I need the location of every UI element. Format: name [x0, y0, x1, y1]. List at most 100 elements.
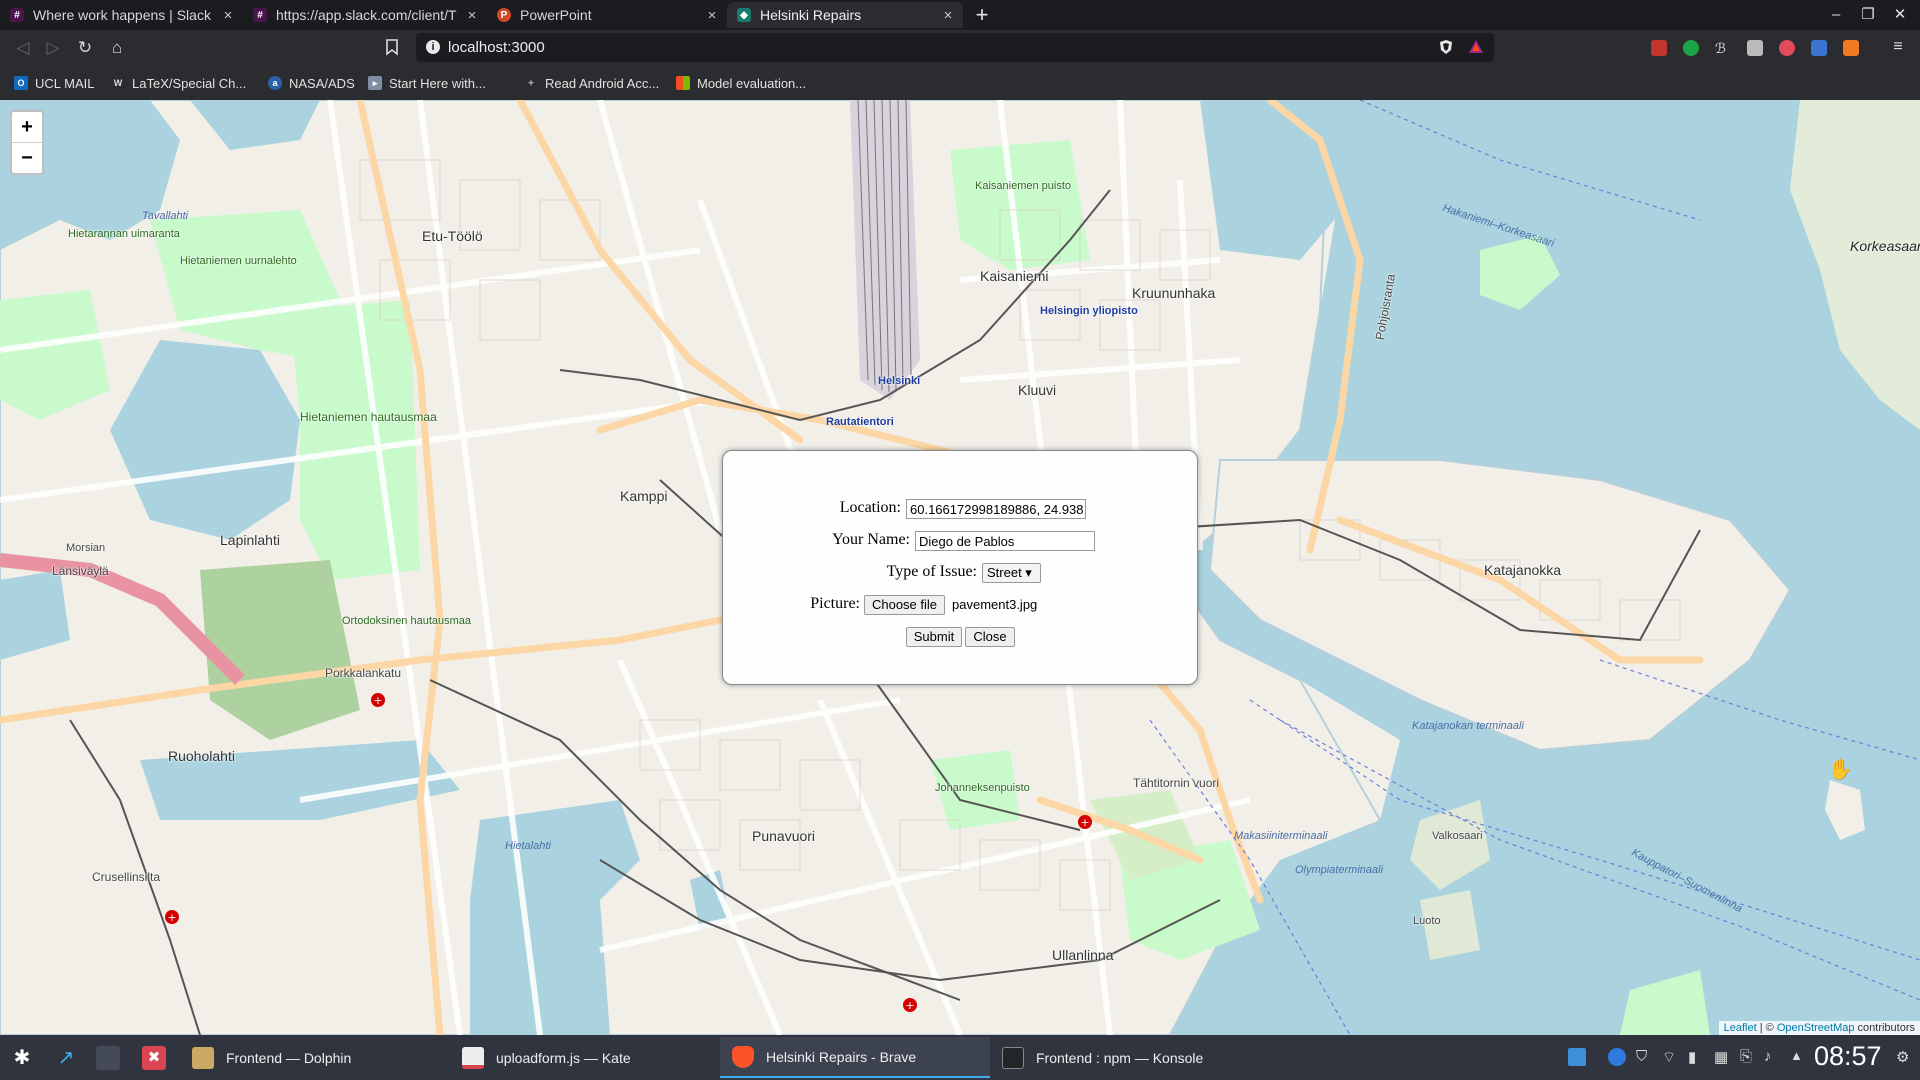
bookmark-icon[interactable] [383, 38, 401, 56]
map-label: Länsiväylä [52, 564, 109, 578]
kde-launcher-icon[interactable]: ✱ [10, 1046, 34, 1070]
kate-icon [462, 1046, 484, 1069]
new-tab-button[interactable]: + [970, 2, 994, 28]
bookmark-nasa-ads[interactable]: a NASA/ADS [268, 73, 355, 93]
map-label: Hietaniemen uurnalehto [180, 255, 297, 267]
android-icon: ✦ [527, 77, 535, 88]
outlook-icon: O [14, 76, 28, 90]
pager-icon[interactable] [96, 1046, 120, 1070]
name-label: Your Name: [832, 531, 910, 548]
extension-icon[interactable] [1651, 40, 1667, 56]
bookmark-ucl-mail[interactable]: O UCL MAIL [14, 73, 94, 93]
discover-icon[interactable]: ↗ [54, 1046, 78, 1070]
zoom-in-button[interactable]: + [12, 112, 42, 143]
close-icon[interactable]: × [705, 7, 719, 24]
home-button[interactable]: ⌂ [106, 37, 128, 59]
brave-rewards-icon[interactable] [1468, 39, 1484, 55]
close-icon[interactable]: × [221, 7, 235, 24]
map-label: Katajanokan terminaali [1412, 720, 1524, 732]
extension-icon[interactable] [1779, 40, 1795, 56]
close-button[interactable]: Close [965, 627, 1015, 647]
map-label: Punavuori [752, 828, 816, 844]
attribution-suffix: contributors [1854, 1022, 1915, 1034]
ads-icon: a [268, 76, 282, 90]
bookmark-label: NASA/ADS [289, 75, 355, 91]
map-label: Kamppi [620, 488, 668, 504]
slack-icon: # [253, 8, 267, 22]
svg-text:+: + [167, 911, 176, 924]
bookmark-start-here[interactable]: ▸ Start Here with... [368, 73, 486, 93]
issue-type-select[interactable]: Street ▾ [982, 563, 1041, 583]
bookmark-label: UCL MAIL [35, 75, 95, 91]
translate-icon[interactable] [1811, 40, 1827, 56]
url-text[interactable]: localhost:3000 [448, 39, 545, 56]
tab-helsinki-repairs[interactable]: ◆ Helsinki Repairs × [727, 2, 963, 28]
back-button[interactable]: ◁ [12, 37, 34, 59]
issue-type-label: Type of Issue: [886, 563, 977, 580]
leaflet-link[interactable]: Leaflet [1724, 1022, 1757, 1034]
extension-icon[interactable] [1843, 40, 1859, 56]
tray-expand-icon[interactable]: ▲ [1790, 1048, 1808, 1066]
minimize-button[interactable]: – [1826, 5, 1846, 25]
map-label: Hietaniemen hautausmaa [300, 410, 437, 424]
task-brave[interactable]: Helsinki Repairs - Brave [720, 1037, 990, 1078]
map-label: Olympiaterminaali [1295, 864, 1384, 876]
close-icon[interactable]: × [465, 7, 479, 24]
tab-slack[interactable]: # Where work happens | Slack × [0, 2, 243, 28]
extension-icon[interactable] [1683, 40, 1699, 56]
map-label: Tähtitornin vuori [1133, 776, 1220, 790]
map-label: Morsian [66, 542, 106, 554]
settings-icon[interactable]: ⚙ [1896, 1048, 1914, 1066]
svg-text:+: + [905, 999, 914, 1012]
app-shortcut-icon[interactable]: ✖ [142, 1046, 166, 1070]
clipboard-icon[interactable]: ⎘ [1740, 1048, 1758, 1066]
map-attribution: Leaflet | © OpenStreetMap contributors [1718, 1021, 1920, 1035]
bookmark-model-eval[interactable]: Model evaluation... [676, 73, 806, 93]
display-icon[interactable]: ▦ [1714, 1048, 1732, 1066]
grab-cursor-icon: ✋ [1828, 759, 1853, 781]
map-label: Etu-Töölö [422, 228, 483, 244]
close-icon[interactable]: × [941, 7, 955, 24]
forward-button[interactable]: ▷ [42, 37, 64, 59]
taskbar: ✱ ↗ ✖ Frontend — Dolphin uploadform.js —… [0, 1035, 1920, 1080]
screen-icon[interactable] [1568, 1048, 1586, 1066]
wifi-icon[interactable]: ⌔ [1662, 1048, 1680, 1066]
task-label: Frontend — Dolphin [226, 1049, 352, 1066]
brave-shield-icon[interactable] [1438, 39, 1454, 55]
submit-button[interactable]: Submit [906, 627, 962, 647]
address-bar[interactable]: i localhost:3000 [416, 33, 1494, 62]
bookmark-latex[interactable]: W LaTeX/Special Ch... [111, 73, 246, 93]
name-field[interactable]: Diego de Pablos [915, 531, 1095, 551]
window-close-button[interactable]: ✕ [1890, 5, 1910, 25]
task-dolphin[interactable]: Frontend — Dolphin [180, 1037, 450, 1078]
task-kate[interactable]: uploadform.js — Kate [450, 1037, 720, 1078]
extension-icon[interactable] [1747, 40, 1763, 56]
bookmark-android[interactable]: ✦ Read Android Acc... [524, 73, 659, 93]
map-label: Kluuvi [1018, 382, 1057, 398]
extension-icon[interactable]: ℬ [1715, 40, 1731, 56]
map-label: Ruoholahti [168, 748, 235, 764]
picture-label: Picture: [810, 595, 860, 612]
restore-button[interactable]: ❐ [1858, 5, 1878, 25]
menu-icon[interactable]: ≡ [1888, 37, 1908, 57]
openstreetmap-link[interactable]: OpenStreetMap [1777, 1022, 1855, 1034]
reload-button[interactable]: ↻ [74, 37, 96, 59]
task-konsole[interactable]: Frontend : npm — Konsole [990, 1037, 1260, 1078]
map-label: Johanneksenpuisto [935, 782, 1030, 794]
volume-icon[interactable]: ♪ [1764, 1048, 1782, 1066]
actions-row: Submit Close [723, 627, 1199, 651]
h-app-icon[interactable] [1608, 1048, 1626, 1066]
tab-powerpoint[interactable]: P PowerPoint × [487, 2, 727, 28]
zoom-out-button[interactable]: − [12, 143, 42, 173]
bookmark-label: LaTeX/Special Ch... [132, 75, 247, 91]
shield-icon[interactable]: ⛉ [1636, 1048, 1654, 1066]
battery-icon[interactable]: ▮ [1688, 1048, 1706, 1066]
name-row: Your Name: Diego de Pablos [723, 531, 1199, 555]
tab-slack-client[interactable]: # https://app.slack.com/client/T × [243, 2, 487, 28]
tab-title: https://app.slack.com/client/T [276, 7, 457, 23]
clock[interactable]: 08:57 [1814, 1041, 1882, 1072]
powerpoint-icon: P [497, 8, 511, 22]
choose-file-button[interactable]: Choose file [864, 595, 945, 615]
location-field[interactable]: 60.166172998189886, 24.938 [906, 499, 1086, 519]
info-icon[interactable]: i [426, 40, 440, 54]
